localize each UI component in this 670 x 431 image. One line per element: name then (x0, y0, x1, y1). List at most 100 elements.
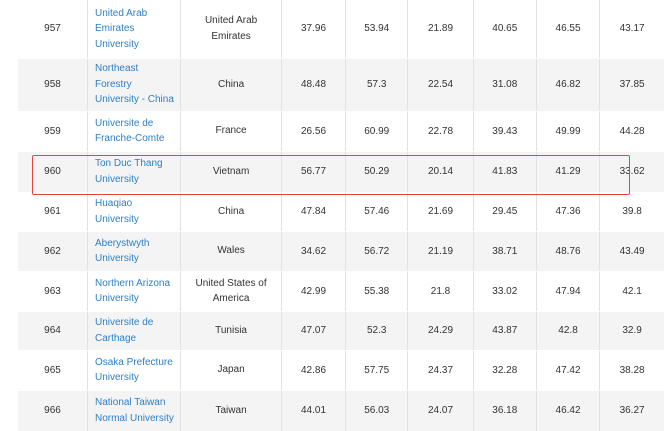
university-cell: Aberystwyth University (86, 231, 181, 272)
score-cell: 55.38 (345, 271, 408, 312)
university-name-line: University (94, 173, 139, 185)
score-cell: 33.02 (472, 271, 537, 312)
table-row: 957 United Arab Emirates University Unit… (18, 0, 664, 59)
university-name-line: University (94, 213, 139, 225)
score-cell: 37.96 (280, 0, 346, 59)
table-row: 958 Northeast Forestry University - Chin… (18, 58, 664, 112)
university-name-line: National Taiwan (94, 397, 166, 408)
score-cell: 43.17 (599, 0, 664, 59)
country-cell: Taiwan (180, 390, 282, 431)
rank-cell: 962 (18, 231, 88, 272)
university-link[interactable]: Northern Arizona University (95, 276, 180, 307)
score-cell: 42.8 (535, 311, 600, 351)
score-cell: 20.14 (407, 151, 474, 193)
university-name-line: Aberystwyth (94, 237, 150, 249)
rank-cell: 961 (18, 192, 88, 232)
score-cell: 56.03 (345, 390, 408, 431)
university-name-line: Forestry (94, 78, 132, 90)
country-name-line: Vietnam (212, 165, 250, 177)
score-cell: 21.69 (407, 192, 474, 232)
score-cell: 50.29 (345, 151, 408, 193)
university-cell: Universite de Franche-Comte (86, 111, 181, 152)
score-cell: 56.77 (280, 151, 346, 193)
country-cell: Japan (180, 350, 282, 391)
rank-cell: 957 (18, 0, 88, 59)
score-cell: 56.72 (345, 231, 408, 272)
score-cell: 46.82 (535, 58, 600, 112)
country-cell: China (180, 58, 282, 112)
university-link[interactable]: Osaka Prefecture University (95, 355, 180, 386)
score-cell: 57.3 (345, 58, 408, 112)
score-cell: 36.18 (472, 390, 537, 431)
score-cell: 21.8 (407, 271, 474, 312)
university-cell: Ton Duc Thang University (86, 151, 181, 193)
university-cell: Osaka Prefecture University (86, 350, 181, 391)
country-name-line: Emirates (211, 30, 251, 42)
country-name-line: United States of (195, 277, 267, 289)
score-cell: 41.29 (535, 151, 600, 193)
score-cell: 46.55 (535, 0, 600, 59)
university-cell: Universite de Carthage (86, 311, 181, 351)
score-cell: 46.42 (535, 390, 600, 431)
score-cell: 24.37 (407, 350, 474, 391)
university-name-line: Normal University (94, 412, 174, 424)
table-row: 964 Universite de Carthage Tunisia 47.07… (18, 311, 664, 351)
score-cell: 47.07 (280, 311, 346, 351)
score-cell: 24.07 (407, 390, 474, 431)
country-cell: France (180, 111, 282, 152)
university-name-line: Northeast (94, 63, 139, 75)
country-cell: United States of America (180, 271, 282, 312)
score-cell: 48.48 (280, 58, 346, 112)
university-name-line: Franche-Comte (94, 133, 165, 144)
score-cell: 44.28 (599, 111, 664, 152)
score-cell: 44.01 (280, 390, 346, 431)
rank-cell: 960 (18, 151, 88, 193)
university-link[interactable]: Northeast Forestry University - China (95, 61, 180, 108)
university-link[interactable]: Huaqiao University (95, 196, 180, 227)
score-cell: 21.19 (407, 231, 474, 272)
score-cell: 31.08 (472, 58, 537, 112)
university-name-line: Universite de (94, 317, 154, 328)
country-name-line: America (212, 293, 250, 304)
score-cell: 38.71 (472, 231, 537, 272)
score-cell: 41.83 (472, 151, 537, 193)
score-cell: 26.56 (280, 111, 346, 152)
score-cell: 49.99 (535, 111, 600, 152)
score-cell: 43.87 (472, 311, 537, 351)
university-name-line: Huaqiao (94, 198, 133, 209)
country-name-line: Japan (217, 364, 245, 376)
university-name-line: University (94, 253, 139, 264)
university-link[interactable]: Ton Duc Thang University (95, 156, 180, 187)
score-cell: 37.85 (599, 58, 664, 112)
university-cell: Northeast Forestry University - China (86, 58, 181, 112)
university-name-line: United Arab (94, 7, 148, 19)
country-name-line: France (215, 125, 247, 137)
country-cell: United Arab Emirates (180, 0, 282, 59)
university-name-line: University (94, 293, 139, 304)
ranking-table-body: 957 United Arab Emirates University Unit… (18, 0, 664, 431)
university-name-line: University (94, 38, 139, 50)
ranking-table: 957 United Arab Emirates University Unit… (18, 0, 664, 431)
university-link[interactable]: United Arab Emirates University (95, 6, 180, 53)
score-cell: 39.8 (599, 192, 664, 232)
university-name-line: Ton Duc Thang (94, 158, 163, 169)
score-cell: 42.86 (280, 350, 346, 391)
table-row: 966 National Taiwan Normal University Ta… (18, 390, 664, 431)
country-name-line: United Arab (204, 15, 258, 27)
university-link[interactable]: Universite de Carthage (95, 315, 180, 346)
university-name-line: Carthage (94, 332, 137, 344)
university-link[interactable]: Aberystwyth University (95, 236, 180, 267)
score-cell: 43.49 (599, 231, 664, 272)
score-cell: 47.36 (535, 192, 600, 232)
score-cell: 22.78 (407, 111, 474, 152)
country-cell: Wales (180, 231, 282, 272)
university-name-line: Northern Arizona (94, 277, 171, 289)
country-cell: China (180, 192, 282, 232)
university-link[interactable]: Universite de Franche-Comte (95, 116, 180, 147)
university-link[interactable]: National Taiwan Normal University (95, 395, 180, 426)
table-row: 965 Osaka Prefecture University Japan 42… (18, 350, 664, 391)
score-cell: 24.29 (407, 311, 474, 351)
university-name-line: Emirates (94, 23, 135, 34)
ranking-screenshot: 957 United Arab Emirates University Unit… (0, 0, 670, 431)
rank-cell: 965 (18, 350, 88, 391)
